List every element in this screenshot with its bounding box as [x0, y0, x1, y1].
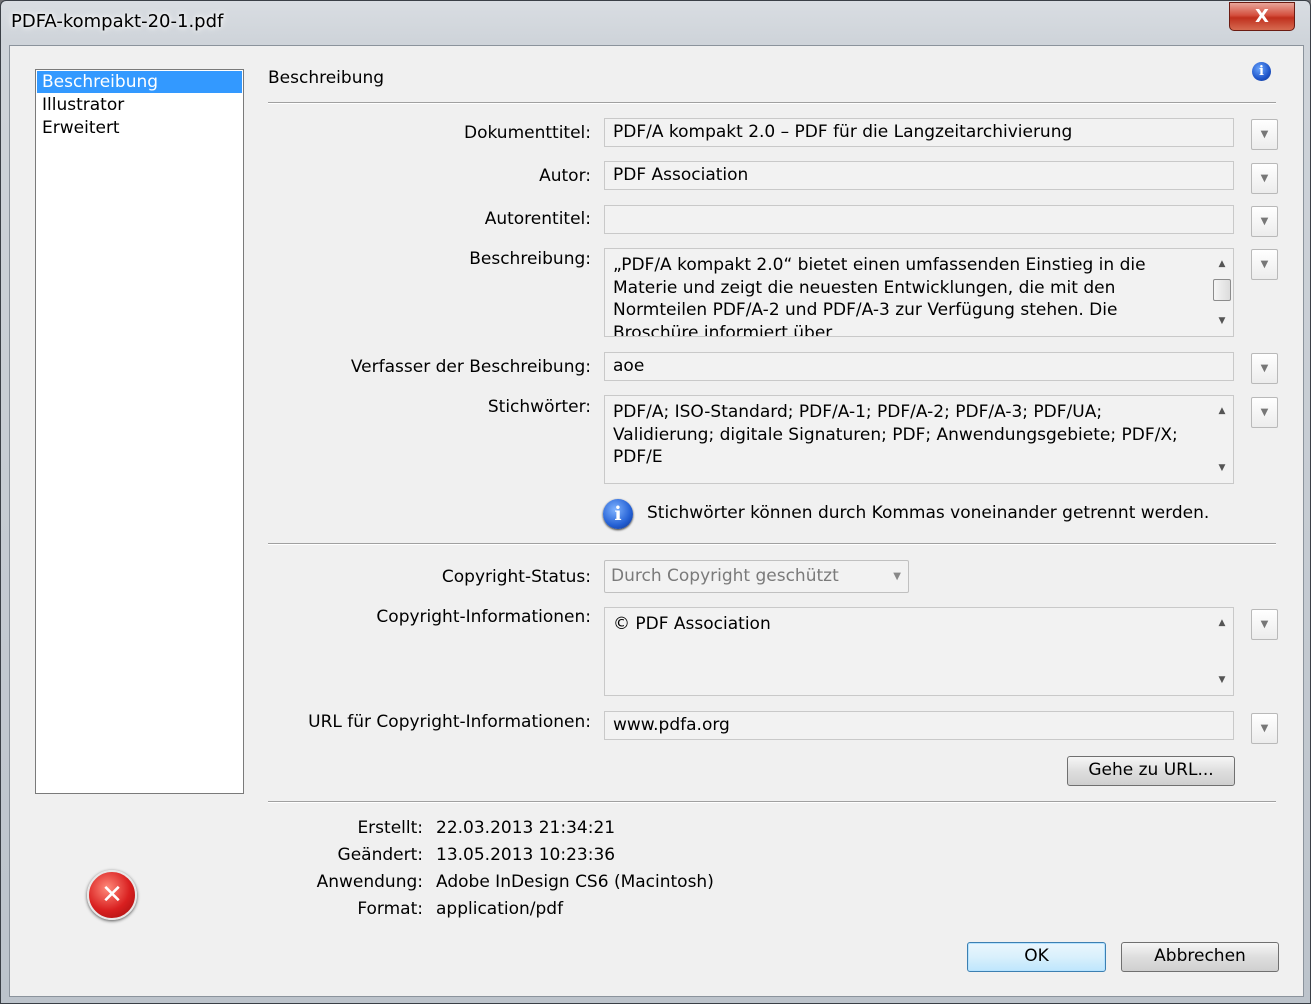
error-icon: ✕	[87, 870, 137, 920]
modified-value: 13.05.2013 10:23:36	[436, 845, 616, 865]
description-text: „PDF/A kompakt 2.0“ bietet einen umfasse…	[613, 255, 1146, 337]
chevron-down-icon: ▼	[1260, 723, 1269, 734]
divider	[268, 801, 1276, 803]
document-title-menu-button[interactable]: ▼	[1251, 119, 1278, 150]
keywords-label: Stichwörter:	[487, 397, 591, 417]
copyright-status-value: Durch Copyright geschützt	[611, 566, 839, 586]
scroll-up-icon[interactable]: ▲	[1213, 400, 1231, 423]
chevron-down-icon: ▼	[1260, 129, 1269, 140]
author-menu-button[interactable]: ▼	[1251, 163, 1278, 194]
scroll-up-icon[interactable]: ▲	[1213, 253, 1231, 276]
scroll-down-icon[interactable]: ▼	[1213, 669, 1231, 692]
format-label: Format:	[357, 899, 423, 919]
description-scrollbar[interactable]: ▲ ▼	[1213, 251, 1231, 334]
copyright-status-select[interactable]: Durch Copyright geschützt ▼	[604, 560, 909, 593]
author-title-label: Autorentitel:	[484, 209, 591, 229]
created-value: 22.03.2013 21:34:21	[436, 818, 616, 838]
chevron-down-icon: ▼	[1260, 363, 1269, 374]
description-writer-menu-button[interactable]: ▼	[1251, 353, 1278, 384]
description-menu-button[interactable]: ▼	[1251, 249, 1278, 280]
copyright-info-text: © PDF Association	[613, 614, 771, 634]
keywords-menu-button[interactable]: ▼	[1251, 397, 1278, 428]
category-item-erweitert[interactable]: Erweitert	[37, 117, 242, 139]
section-title: Beschreibung	[268, 68, 385, 88]
dialog-window: PDFA-kompakt-20-1.pdf X Beschreibung Ill…	[0, 0, 1311, 1004]
scroll-thumb[interactable]	[1213, 279, 1231, 301]
chevron-down-icon: ▼	[893, 571, 901, 582]
copyright-info-menu-button[interactable]: ▼	[1251, 609, 1278, 640]
info-icon[interactable]: i	[1252, 62, 1271, 81]
copyright-url-menu-button[interactable]: ▼	[1251, 713, 1278, 744]
keywords-hint: Stichwörter können durch Kommas voneinan…	[647, 503, 1210, 523]
created-label: Erstellt:	[357, 818, 423, 838]
copyright-info-field[interactable]: © PDF Association ▲ ▼	[604, 607, 1234, 696]
scroll-up-icon[interactable]: ▲	[1213, 612, 1231, 635]
description-field[interactable]: „PDF/A kompakt 2.0“ bietet einen umfasse…	[604, 248, 1234, 337]
author-title-field[interactable]	[604, 205, 1234, 234]
chevron-down-icon: ▼	[1260, 173, 1269, 184]
application-label: Anwendung:	[316, 872, 423, 892]
category-list: Beschreibung Illustrator Erweitert	[35, 69, 244, 794]
divider	[268, 543, 1276, 545]
close-icon: X	[1255, 5, 1269, 27]
keywords-field[interactable]: PDF/A; ISO-Standard; PDF/A-1; PDF/A-2; P…	[604, 395, 1234, 484]
chevron-down-icon: ▼	[1260, 259, 1269, 270]
close-button[interactable]: X	[1229, 2, 1295, 31]
format-value: application/pdf	[436, 899, 564, 919]
copyright-url-field[interactable]: www.pdfa.org	[604, 711, 1234, 740]
chevron-down-icon: ▼	[1260, 216, 1269, 227]
description-label: Beschreibung:	[469, 249, 591, 269]
keywords-text: PDF/A; ISO-Standard; PDF/A-1; PDF/A-2; P…	[613, 402, 1178, 467]
scroll-down-icon[interactable]: ▼	[1213, 310, 1231, 333]
document-title-field[interactable]: PDF/A kompakt 2.0 – PDF für die Langzeit…	[604, 118, 1234, 147]
go-to-url-button[interactable]: Gehe zu URL...	[1067, 756, 1235, 786]
chevron-down-icon: ▼	[1260, 407, 1269, 418]
modified-label: Geändert:	[337, 845, 423, 865]
application-value: Adobe InDesign CS6 (Macintosh)	[436, 872, 714, 892]
author-field[interactable]: PDF Association	[604, 161, 1234, 190]
keywords-scrollbar[interactable]: ▲ ▼	[1213, 398, 1231, 481]
ok-button[interactable]: OK	[967, 942, 1106, 972]
copyright-info-label: Copyright-Informationen:	[376, 607, 591, 627]
window-title: PDFA-kompakt-20-1.pdf	[11, 11, 224, 32]
copyright-url-label: URL für Copyright-Informationen:	[308, 712, 591, 732]
category-item-beschreibung[interactable]: Beschreibung	[37, 71, 242, 93]
copyright-info-scrollbar[interactable]: ▲ ▼	[1213, 610, 1231, 693]
author-title-menu-button[interactable]: ▼	[1251, 206, 1278, 237]
title-bar[interactable]: PDFA-kompakt-20-1.pdf X	[1, 1, 1310, 45]
info-icon: i	[603, 499, 633, 529]
dialog-content: Beschreibung Illustrator Erweitert ✕ Bes…	[9, 45, 1304, 997]
cancel-button[interactable]: Abbrechen	[1121, 942, 1279, 972]
document-title-label: Dokumenttitel:	[463, 123, 591, 143]
author-label: Autor:	[539, 166, 591, 186]
chevron-down-icon: ▼	[1260, 619, 1269, 630]
description-writer-label: Verfasser der Beschreibung:	[350, 357, 591, 377]
category-item-illustrator[interactable]: Illustrator	[37, 94, 242, 116]
divider	[268, 102, 1276, 104]
copyright-status-label: Copyright-Status:	[441, 567, 591, 587]
scroll-down-icon[interactable]: ▼	[1213, 457, 1231, 480]
description-writer-field[interactable]: aoe	[604, 352, 1234, 381]
